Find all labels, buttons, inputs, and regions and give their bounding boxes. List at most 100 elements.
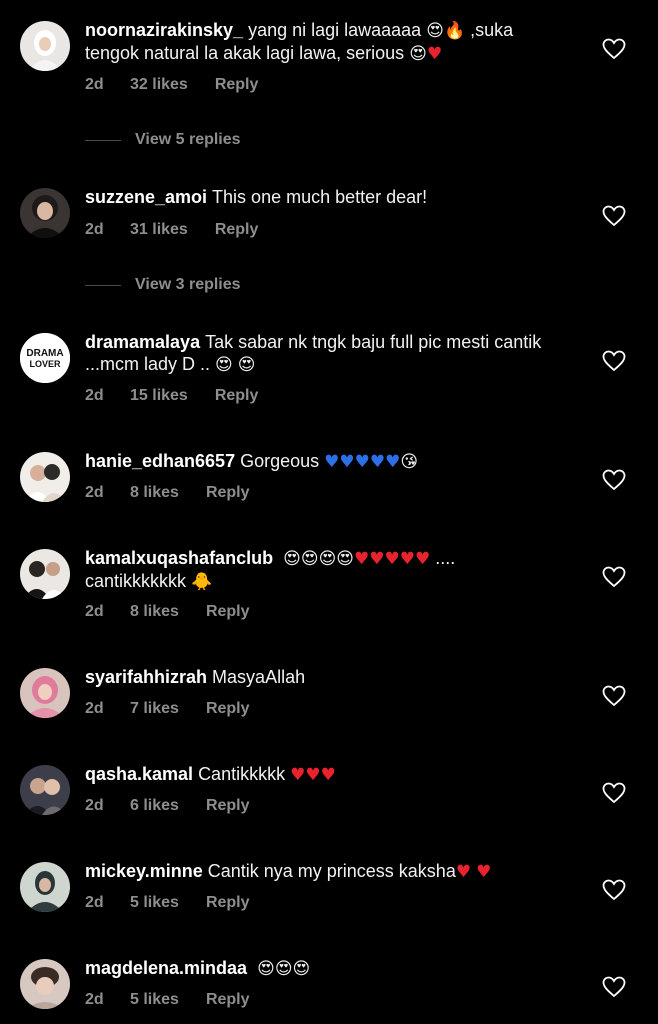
avatar[interactable] (20, 668, 70, 718)
likes-count[interactable]: 7 likes (130, 700, 179, 718)
likes-count[interactable]: 8 likes (130, 484, 179, 502)
timestamp: 2d (85, 894, 104, 911)
view-replies-label[interactable]: View 5 replies (135, 131, 241, 149)
heart-eyes-emoji: 😍 (426, 21, 444, 41)
fire-emoji: 🔥 (443, 21, 466, 41)
avatar[interactable] (20, 452, 70, 502)
timestamp: 2d (85, 387, 104, 404)
avatar[interactable] (20, 765, 70, 815)
comment-text: Gorgeous (240, 451, 320, 471)
like-heart-icon[interactable] (602, 685, 626, 707)
likes-count[interactable]: 5 likes (130, 991, 179, 1009)
heart-eyes-emoji: 😍 (237, 355, 256, 375)
username[interactable]: magdelena.mindaa (85, 958, 247, 978)
avatar[interactable] (20, 959, 70, 1009)
likes-count[interactable]: 8 likes (130, 603, 179, 621)
chick-emoji: 🐥 (191, 572, 213, 592)
comment-meta: 2d 32 likes Reply (85, 76, 258, 94)
avatar[interactable] (20, 862, 70, 912)
heart-eyes-emoji: 😍 (274, 959, 293, 979)
divider (85, 139, 121, 141)
likes-count[interactable]: 31 likes (130, 221, 188, 239)
username[interactable]: hanie_edhan6657 (85, 451, 235, 471)
divider (85, 284, 121, 286)
red-heart-emoji: ♥ (399, 549, 416, 569)
red-heart-emoji: ♥ (369, 549, 385, 569)
timestamp: 2d (85, 603, 104, 620)
red-heart-emoji: ♥ (305, 765, 321, 785)
like-heart-icon[interactable] (602, 205, 626, 227)
reply-button[interactable]: Reply (206, 484, 250, 502)
reply-button[interactable]: Reply (206, 991, 250, 1009)
like-heart-icon[interactable] (602, 782, 626, 804)
timestamp: 2d (85, 797, 104, 814)
comment-meta: 2d 5 likes Reply (85, 991, 250, 1009)
like-heart-icon[interactable] (602, 38, 626, 60)
comment-text: yang ni lagi lawaaaaa (248, 20, 422, 40)
red-heart-emoji: ♥ (426, 44, 443, 64)
comment-body: suzzene_amoi This one much better dear! (85, 186, 580, 208)
username[interactable]: dramamalaya (85, 332, 200, 352)
timestamp: 2d (85, 700, 104, 717)
heart-eyes-emoji: 😍 (292, 959, 311, 979)
comment-meta: 2d 31 likes Reply (85, 221, 258, 239)
like-heart-icon[interactable] (602, 350, 626, 372)
kiss-emoji: 😘 (400, 452, 419, 472)
reply-button[interactable]: Reply (206, 603, 250, 621)
comment-text: ,suka (470, 20, 514, 40)
comment-body: noornazirakinsky_ yang ni lagi lawaaaaa 😍… (85, 19, 580, 65)
blue-heart-emoji: ♥ (324, 452, 340, 472)
red-heart-emoji: ♥ (320, 765, 336, 785)
reply-button[interactable]: Reply (206, 894, 250, 912)
comment-meta: 2d 8 likes Reply (85, 484, 250, 502)
comment-body: syarifahhizrah MasyaAllah (85, 666, 580, 688)
comment-body: dramamalaya Tak sabar nk tngk baju full p… (85, 331, 580, 376)
blue-heart-emoji: ♥ (385, 452, 401, 472)
username[interactable]: noornazirakinsky_ (85, 20, 243, 40)
avatar-text: DRAMA (26, 348, 63, 359)
likes-count[interactable]: 15 likes (130, 387, 188, 405)
username[interactable]: qasha.kamal (85, 764, 193, 784)
comment-meta: 2d 6 likes Reply (85, 797, 250, 815)
avatar[interactable] (20, 549, 70, 599)
comment-body: qasha.kamal Cantikkkkk ♥♥♥ (85, 763, 580, 786)
blue-heart-emoji: ♥ (369, 452, 386, 472)
like-heart-icon[interactable] (602, 469, 626, 491)
reply-button[interactable]: Reply (206, 797, 250, 815)
red-heart-emoji: ♥ (384, 549, 400, 569)
comment-text: Cantik nya my princess kaksha (207, 861, 456, 881)
reply-button[interactable]: Reply (215, 76, 259, 94)
avatar[interactable] (20, 188, 70, 238)
like-heart-icon[interactable] (602, 879, 626, 901)
reply-button[interactable]: Reply (206, 700, 250, 718)
reply-button[interactable]: Reply (215, 221, 259, 239)
blue-heart-emoji: ♥ (354, 452, 370, 472)
comment-meta: 2d 7 likes Reply (85, 700, 250, 718)
view-replies-label[interactable]: View 3 replies (135, 276, 241, 294)
username[interactable]: mickey.minne (85, 861, 203, 881)
view-replies-button[interactable]: View 5 replies (85, 131, 241, 149)
like-heart-icon[interactable] (602, 566, 626, 588)
view-replies-button[interactable]: View 3 replies (85, 276, 241, 294)
red-heart-emoji: ♥ (290, 765, 306, 785)
username[interactable]: kamalxuqashafanclub (85, 548, 273, 568)
heart-eyes-emoji: 😍 (318, 549, 337, 569)
reply-button[interactable]: Reply (215, 387, 259, 405)
comment-body: hanie_edhan6657 Gorgeous ♥♥♥♥♥😘 (85, 450, 580, 473)
comment-text: This one much better dear! (212, 187, 428, 207)
comment-meta: 2d 5 likes Reply (85, 894, 250, 912)
timestamp: 2d (85, 484, 104, 501)
heart-eyes-emoji: 😍 (257, 959, 275, 979)
likes-count[interactable]: 6 likes (130, 797, 179, 815)
comment-meta: 2d 8 likes Reply (85, 603, 250, 621)
likes-count[interactable]: 32 likes (130, 76, 188, 94)
avatar[interactable]: DRAMA LOVER (20, 333, 70, 383)
comment-text: MasyaAllah (212, 667, 306, 687)
blue-heart-emoji: ♥ (339, 452, 355, 472)
heart-eyes-emoji: 😍 (283, 549, 301, 569)
username[interactable]: syarifahhizrah (85, 667, 207, 687)
avatar[interactable] (20, 21, 70, 71)
like-heart-icon[interactable] (602, 976, 626, 998)
username[interactable]: suzzene_amoi (85, 187, 207, 207)
likes-count[interactable]: 5 likes (130, 894, 179, 912)
